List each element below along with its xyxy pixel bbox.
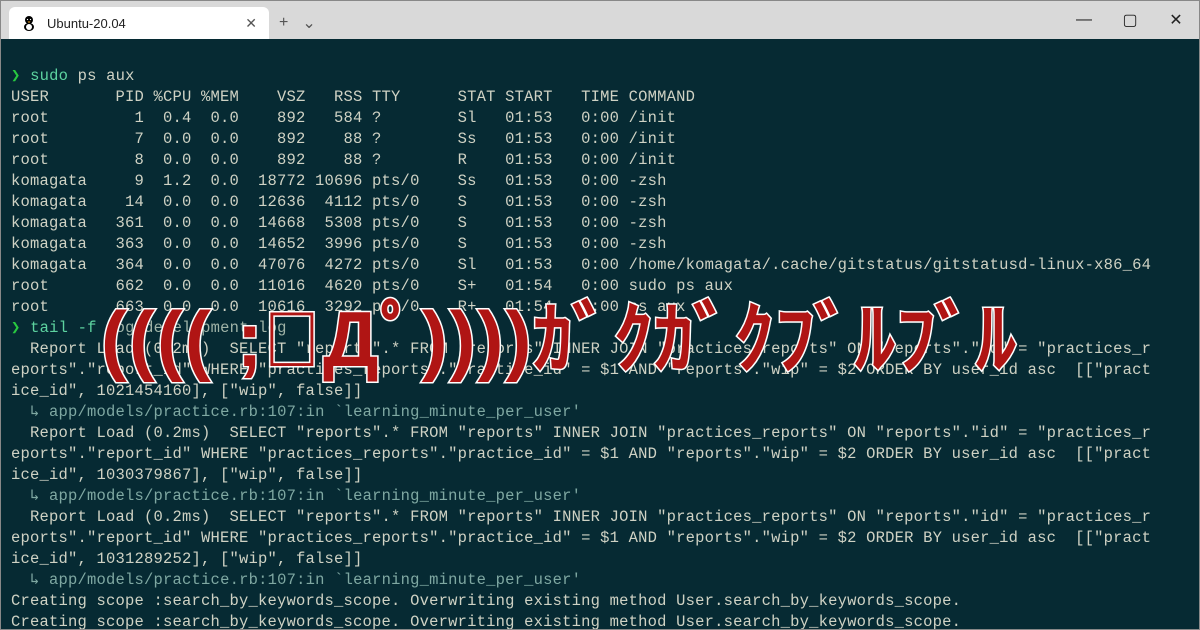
titlebar: Ubuntu-20.04 ✕ + ⌄ — ▢ ✕ bbox=[1, 1, 1199, 39]
log-line: Creating scope :search_by_keywords_scope… bbox=[11, 613, 961, 629]
ps-row: root 1 0.4 0.0 892 584 ? Sl 01:53 0:00 /… bbox=[11, 109, 676, 127]
tab-actions: + ⌄ bbox=[269, 7, 316, 39]
command-sudo: sudo bbox=[30, 67, 68, 85]
ps-row: komagata 14 0.0 0.0 12636 4112 pts/0 S 0… bbox=[11, 193, 667, 211]
terminal-window: Ubuntu-20.04 ✕ + ⌄ — ▢ ✕ ❯ sudo ps aux U… bbox=[0, 0, 1200, 630]
ps-row: komagata 363 0.0 0.0 14652 3996 pts/0 S … bbox=[11, 235, 667, 253]
ps-row: komagata 364 0.0 0.0 47076 4272 pts/0 Sl… bbox=[11, 256, 1151, 274]
log-line: ↳ app/models/practice.rb:107:in `learnin… bbox=[11, 571, 581, 589]
ps-row: root 663 0.0 0.0 10616 3292 pts/0 R+ 01:… bbox=[11, 298, 686, 316]
log-path: log/development.log bbox=[106, 319, 287, 337]
log-line: eports"."report_id" WHERE "practices_rep… bbox=[11, 529, 1151, 547]
terminal-body[interactable]: ❯ sudo ps aux USER PID %CPU %MEM VSZ RSS… bbox=[1, 39, 1199, 629]
ps-row: komagata 361 0.0 0.0 14668 5308 pts/0 S … bbox=[11, 214, 667, 232]
command-args: ps aux bbox=[78, 67, 135, 85]
log-line: ice_id", 1031289252], ["wip", false]] bbox=[11, 550, 363, 568]
tab-title: Ubuntu-20.04 bbox=[47, 16, 126, 31]
log-line: Report Load (0.2ms) SELECT "reports".* F… bbox=[11, 424, 1151, 442]
tab-ubuntu[interactable]: Ubuntu-20.04 ✕ bbox=[9, 7, 269, 39]
log-line: eports"."report_id" WHERE "practices_rep… bbox=[11, 361, 1151, 379]
tab-dropdown-icon[interactable]: ⌄ bbox=[302, 13, 315, 33]
prompt-symbol: ❯ bbox=[11, 67, 21, 85]
ps-header: USER PID %CPU %MEM VSZ RSS TTY STAT STAR… bbox=[11, 88, 695, 106]
new-tab-button[interactable]: + bbox=[279, 14, 288, 32]
log-line: ice_id", 1021454160], ["wip", false]] bbox=[11, 382, 363, 400]
ps-row: root 662 0.0 0.0 11016 4620 pts/0 S+ 01:… bbox=[11, 277, 733, 295]
maximize-button[interactable]: ▢ bbox=[1107, 1, 1153, 39]
window-controls: — ▢ ✕ bbox=[1061, 1, 1199, 39]
ps-row: root 8 0.0 0.0 892 88 ? R 01:53 0:00 /in… bbox=[11, 151, 676, 169]
tab-close-icon[interactable]: ✕ bbox=[245, 15, 257, 32]
log-line: ↳ app/models/practice.rb:107:in `learnin… bbox=[11, 403, 581, 421]
minimize-button[interactable]: — bbox=[1061, 1, 1107, 39]
log-line: Report Load (0.2ms) SELECT "reports".* F… bbox=[11, 508, 1151, 526]
log-line: Report Load (0.2ms) SELECT "reports".* F… bbox=[11, 340, 1151, 358]
ps-row: komagata 9 1.2 0.0 18772 10696 pts/0 Ss … bbox=[11, 172, 667, 190]
command-flag: -f bbox=[78, 319, 97, 337]
log-line: Creating scope :search_by_keywords_scope… bbox=[11, 592, 961, 610]
ps-row: root 7 0.0 0.0 892 88 ? Ss 01:53 0:00 /i… bbox=[11, 130, 676, 148]
log-line: eports"."report_id" WHERE "practices_rep… bbox=[11, 445, 1151, 463]
log-line: ↳ app/models/practice.rb:107:in `learnin… bbox=[11, 487, 581, 505]
tux-icon bbox=[21, 15, 37, 31]
log-line: ice_id", 1030379867], ["wip", false]] bbox=[11, 466, 363, 484]
prompt-symbol: ❯ bbox=[11, 319, 21, 337]
command-tail: tail bbox=[30, 319, 68, 337]
close-button[interactable]: ✕ bbox=[1153, 1, 1199, 39]
